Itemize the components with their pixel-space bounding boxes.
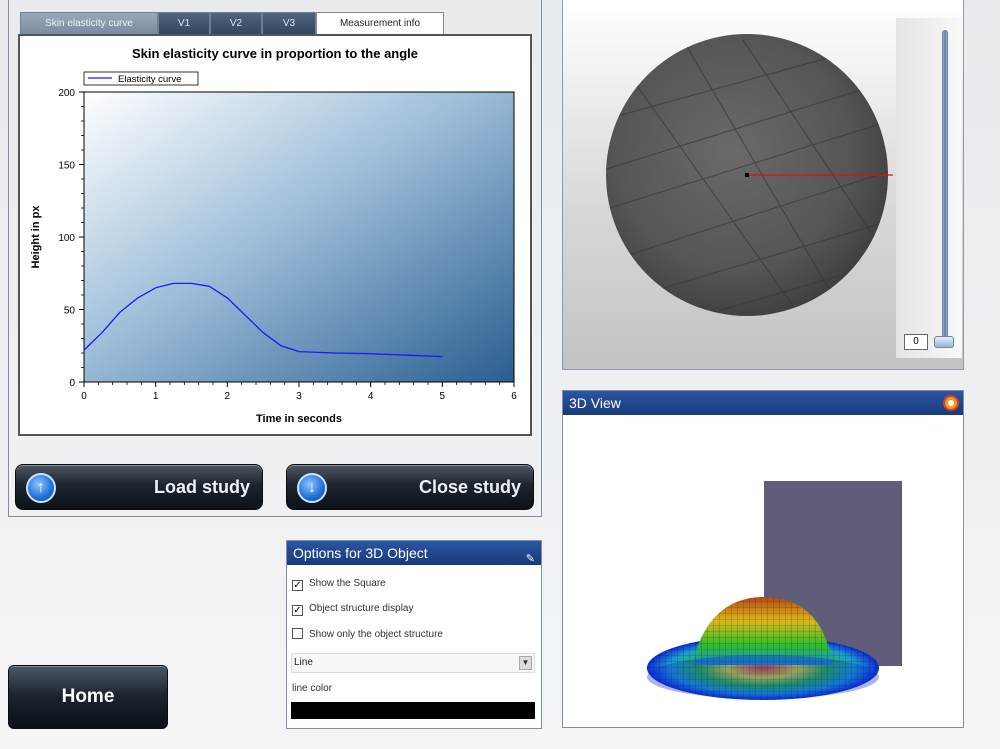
y-axis-label: Height in px (30, 205, 42, 269)
angle-slider-value[interactable]: 0 (904, 334, 928, 350)
home-button[interactable]: Home (8, 665, 168, 729)
y-tick-label: 100 (58, 233, 75, 244)
x-tick-label: 2 (225, 391, 231, 402)
only-structure-label: Show only the object structure (309, 629, 443, 640)
y-tick-label: 0 (69, 378, 75, 389)
3d-view-title: 3D View (569, 395, 621, 411)
load-study-label: Load study (153, 477, 250, 497)
chart-frame: Skin elasticity curve in proportion to t… (18, 34, 532, 436)
angle-slider-track[interactable] (942, 30, 948, 348)
arrow-up-icon: ↑ (26, 473, 56, 503)
x-tick-label: 4 (368, 391, 374, 402)
3d-view-title-bar: 3D View (563, 391, 963, 415)
legend-label: Elasticity curve (118, 74, 181, 85)
render-mode-value: Line (294, 657, 313, 668)
y-tick-label: 50 (64, 306, 76, 317)
y-tick-label: 150 (58, 161, 75, 172)
3d-object-shadow (647, 655, 879, 699)
chart-legend: Elasticity curve (83, 71, 199, 86)
tab-bar: Skin elasticity curve V1 V2 V3 Measureme… (20, 12, 444, 34)
only-structure-checkbox[interactable] (292, 628, 303, 639)
x-tick-label: 3 (296, 391, 302, 402)
render-mode-select[interactable]: Line ▼ (291, 653, 535, 673)
close-study-button[interactable]: ↓ Close study (286, 464, 534, 510)
plot-area (83, 91, 515, 383)
x-tick-label: 6 (511, 391, 517, 402)
tab-elasticity-curve[interactable]: Skin elasticity curve (20, 12, 158, 34)
chart-title: Skin elasticity curve in proportion to t… (132, 46, 418, 61)
arrow-down-icon: ↓ (297, 473, 327, 503)
3d-render[interactable] (563, 415, 963, 725)
refresh-icon[interactable] (943, 395, 959, 411)
options-3d-panel: Options for 3D Object ✎ ✓ Show the Square… (286, 540, 542, 729)
measure-point[interactable] (745, 173, 749, 177)
tab-v1[interactable]: V1 (158, 12, 210, 34)
close-study-label: Close study (418, 477, 521, 497)
x-tick-label: 1 (153, 391, 159, 402)
structure-display-label: Object structure display (309, 603, 414, 614)
line-color-label: line color (292, 683, 333, 694)
3d-view-panel: 3D View (562, 390, 964, 728)
line-color-swatch[interactable] (291, 702, 535, 719)
show-square-checkbox[interactable]: ✓ (292, 580, 303, 591)
pencil-icon[interactable]: ✎ (526, 547, 535, 571)
options-title-bar: Options for 3D Object ✎ (287, 541, 541, 565)
x-tick-label: 5 (440, 391, 446, 402)
option-show-square[interactable]: ✓ Show the Square (292, 577, 386, 591)
elasticity-chart: Skin elasticity curve in proportion to t… (30, 46, 517, 425)
angle-slider-panel: 0 (896, 18, 962, 358)
tab-measurement-info[interactable]: Measurement info (316, 12, 444, 34)
tab-v3[interactable]: V3 (262, 12, 316, 34)
x-axis-label: Time in seconds (256, 413, 342, 425)
tab-v2[interactable]: V2 (210, 12, 262, 34)
load-study-button[interactable]: ↑ Load study (15, 464, 263, 510)
show-square-label: Show the Square (309, 578, 386, 589)
option-structure-display[interactable]: ✓ Object structure display (292, 602, 414, 616)
dropdown-arrow-icon[interactable]: ▼ (519, 656, 532, 670)
structure-display-checkbox[interactable]: ✓ (292, 605, 303, 616)
options-title: Options for 3D Object (293, 545, 428, 561)
option-only-structure[interactable]: Show only the object structure (292, 628, 443, 642)
angle-slider-thumb[interactable] (934, 336, 954, 348)
y-tick-label: 200 (58, 88, 75, 99)
x-tick-label: 0 (81, 391, 87, 402)
